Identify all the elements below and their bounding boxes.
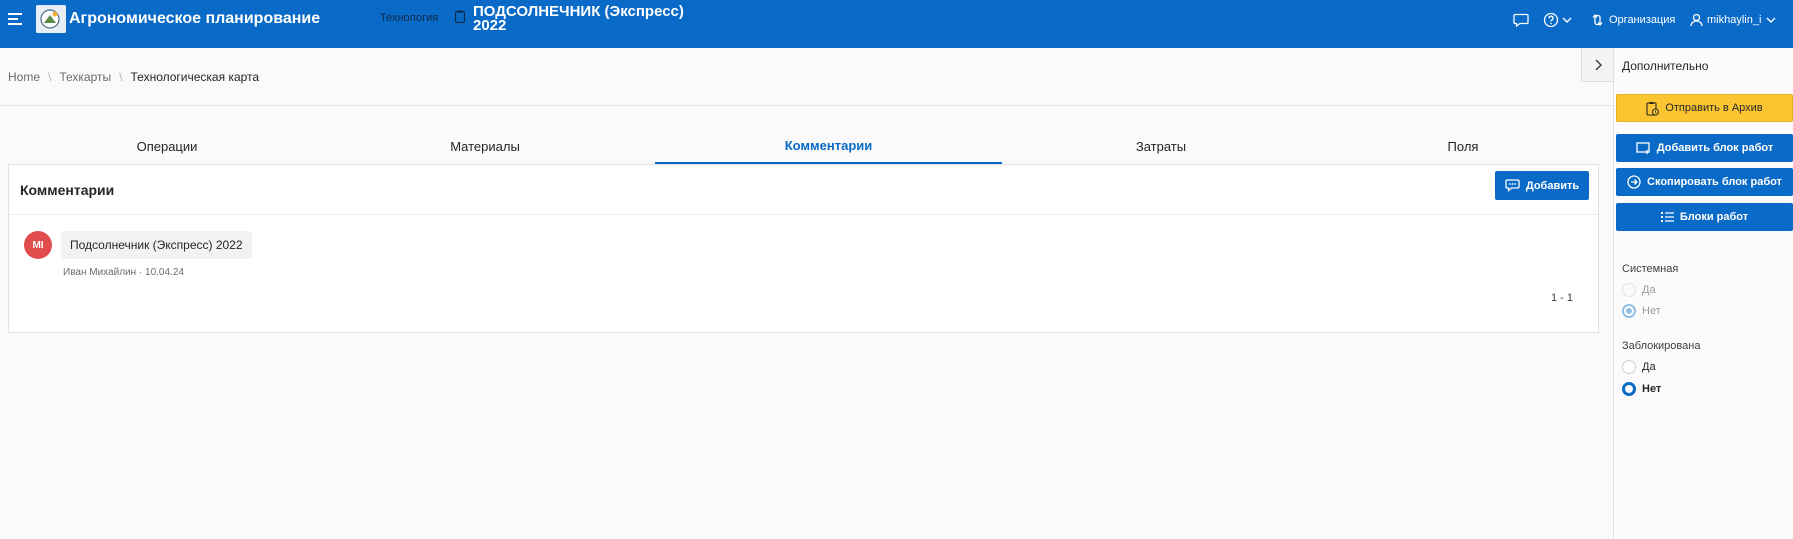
system-no-option: Нет [1622,303,1661,319]
locked-yes-option[interactable]: Да [1622,359,1656,375]
chevron-down-icon [1766,17,1776,23]
list-icon [1660,212,1674,222]
radio-label[interactable]: Нет [1642,383,1661,395]
top-header: Агрономическое планирование Технология П… [0,0,1793,48]
archive-button[interactable]: Отправить в Архив [1616,94,1793,122]
comment-meta: Иван Михайлин · 10.04.24 [63,267,184,278]
tab-operations[interactable]: Операции [8,128,326,164]
tab-costs[interactable]: Затраты [1002,128,1320,164]
collapse-panel-button[interactable] [1581,48,1614,82]
add-window-icon [1636,141,1650,154]
avatar: MI [24,231,52,259]
radio-button[interactable] [1622,360,1636,374]
organization-menu[interactable]: Организация [1590,10,1675,30]
radio-button [1622,304,1636,318]
tab-comments[interactable]: Комментарии [655,128,1002,164]
radio-button [1622,283,1636,297]
radio-label[interactable]: Да [1642,361,1656,373]
app-logo[interactable] [36,5,66,33]
clipboard-icon [455,10,465,23]
card-title: Комментарии [20,182,115,198]
breadcrumb-current: Технологическая карта [130,70,260,84]
add-comment-label: Добавить [1525,179,1580,192]
right-panel: Дополнительно Отправить в Архив Добавить… [1613,48,1793,539]
tab-fields[interactable]: Поля [1304,128,1622,164]
work-blocks-button[interactable]: Блоки работ [1616,203,1793,231]
card-header: Комментарии Добавить [9,165,1598,215]
sync-icon [1592,13,1603,27]
add-comment-button[interactable]: Добавить [1495,171,1589,200]
breadcrumb: Home \ Техкарты \ Технологическая карта [8,70,259,84]
radio-button[interactable] [1622,382,1636,396]
app-title[interactable]: Агрономическое планирование [69,10,320,28]
user-menu[interactable]: mikhaylin_i [1690,10,1776,30]
system-yes-option: Да [1622,282,1656,298]
archive-button-label: Отправить в Архив [1665,102,1763,114]
pagination-info: 1 - 1 [1551,292,1574,304]
copy-work-block-button[interactable]: Скопировать блок работ [1616,168,1793,196]
work-blocks-label: Блоки работ [1679,211,1749,223]
comment-icon [1505,179,1520,192]
document-title: ПОДСОЛНЕЧНИК (Экспресс) 2022 [473,3,684,34]
user-icon [1690,13,1703,27]
menu-icon[interactable] [8,13,24,27]
arrow-circle-icon [1627,175,1641,189]
organization-label: Организация [1609,14,1676,26]
system-label: Системная [1622,263,1679,275]
radio-label: Да [1642,284,1656,296]
breadcrumb-separator: \ [119,70,123,84]
locked-label: Заблокирована [1622,340,1701,352]
locked-no-option[interactable]: Нет [1622,381,1661,397]
nav-technology-link[interactable]: Технология [380,12,438,24]
tab-bar: Операции Материалы Комментарии Затраты П… [8,128,1598,164]
clipboard-clock-icon [1646,101,1660,116]
comment-text: Подсолнечник (Экспресс) 2022 [61,231,252,259]
divider [0,105,1613,106]
breadcrumb-techcards[interactable]: Техкарты [59,70,111,84]
add-work-block-button[interactable]: Добавить блок работ [1616,134,1793,162]
tab-materials[interactable]: Материалы [326,128,644,164]
help-menu[interactable] [1543,10,1572,30]
chevron-right-icon [1595,58,1602,71]
breadcrumb-home[interactable]: Home [8,70,40,84]
user-label: mikhaylin_i [1707,14,1762,26]
breadcrumb-separator: \ [48,70,52,84]
chat-icon[interactable] [1513,10,1529,30]
chevron-down-icon [1562,17,1572,23]
comments-card: Комментарии Добавить MI Подсолнечник (Эк… [8,164,1599,333]
add-work-block-label: Добавить блок работ [1656,142,1774,154]
radio-label: Нет [1642,305,1661,317]
panel-title: Дополнительно [1622,59,1709,73]
help-icon [1543,12,1559,28]
copy-work-block-label: Скопировать блок работ [1647,176,1782,188]
